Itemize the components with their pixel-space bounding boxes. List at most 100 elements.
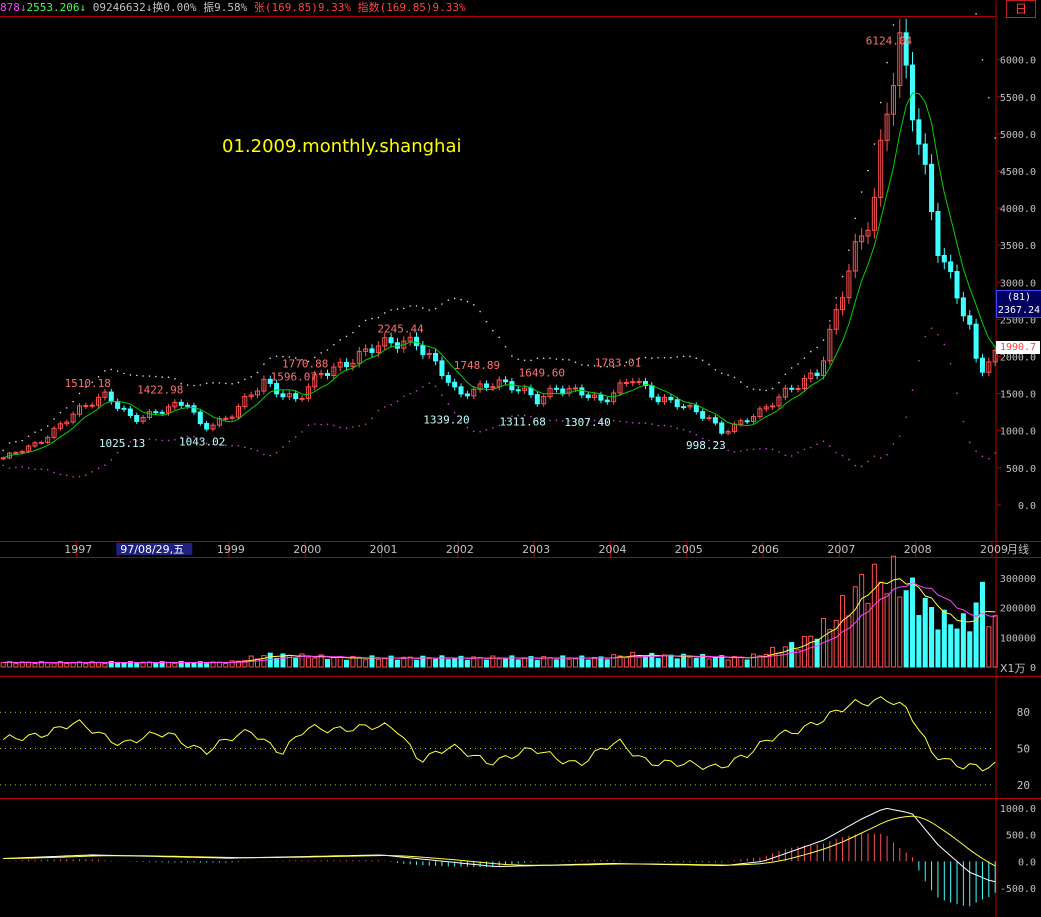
price-tick-label: 1000.0 [1000, 427, 1036, 438]
volume-ma-long-line [3, 582, 996, 664]
volume-bar [884, 593, 890, 668]
stock-chart[interactable]: 6000.05500.05000.04500.04000.03500.03000… [0, 0, 1041, 917]
upper-band-dot [511, 355, 513, 357]
price-annotation: 1307.40 [564, 416, 610, 429]
upper-band-dot [434, 307, 437, 310]
lower-band-dot [371, 417, 373, 420]
lower-band-dot [879, 457, 882, 459]
lower-band-dot [848, 458, 850, 461]
upper-band-dot [708, 363, 710, 366]
lower-band-dot [949, 362, 952, 365]
volume-bar [916, 615, 922, 668]
upper-band-dot [212, 382, 214, 384]
volume-bar [413, 659, 420, 668]
volume-bar [897, 596, 903, 668]
volume-bar [636, 656, 642, 668]
upper-band-dot [485, 320, 488, 323]
volume-tick-label: 300000 [1000, 574, 1036, 585]
lower-band-dot [631, 422, 634, 424]
upper-band-dot [829, 320, 831, 322]
macd-panel[interactable]: 1000.0 500.0 0.0 -500.0 [3, 804, 1036, 907]
price-tick-label: 1500.0 [1000, 390, 1036, 401]
volume-bar [572, 658, 579, 668]
upper-band-dot [689, 355, 691, 358]
upper-band-dot [650, 357, 653, 359]
lower-band-dot [663, 424, 666, 427]
chart-watermark: 01.2009.monthly.shanghai [222, 136, 462, 157]
macd-tick-label: -500.0 [1000, 884, 1036, 895]
candle-body [420, 345, 426, 356]
volume-bar [115, 662, 121, 668]
volume-bar [83, 663, 89, 668]
lower-band-dot [415, 390, 418, 392]
upper-band-dot [167, 376, 170, 379]
ma-value-badge: 2367.24 [996, 304, 1041, 318]
volume-bar [935, 629, 941, 668]
candle-body [38, 441, 44, 444]
volume-bar [611, 654, 617, 668]
upper-band-dot [383, 312, 386, 314]
volume-bar [394, 659, 400, 668]
candle-body [941, 254, 947, 263]
upper-band-dot [161, 376, 163, 378]
upper-band-dot [250, 376, 252, 378]
price-tick-label: 4500.0 [1000, 167, 1036, 178]
volume-bar [483, 659, 489, 668]
lower-band-dot [740, 450, 742, 452]
upper-band-dot [975, 13, 977, 15]
lower-band-dot [918, 359, 920, 362]
upper-band-dot [8, 442, 11, 444]
candle-body [712, 417, 718, 424]
upper-band-dot [873, 143, 876, 145]
lower-band-dot [339, 426, 342, 429]
lower-band-dot [797, 451, 799, 454]
volume-bar [547, 657, 553, 668]
time-tick-label: 2009 [980, 543, 1008, 556]
upper-band-dot [224, 382, 227, 385]
lower-band-dot [835, 451, 838, 454]
time-tick-label: 2004 [598, 543, 626, 556]
candle-body [916, 119, 922, 145]
price-annotation: 998.23 [686, 439, 726, 452]
lower-band-dot [402, 395, 405, 398]
candle-body [134, 414, 140, 422]
upper-band-dot [555, 358, 558, 360]
volume-bars[interactable] [0, 555, 998, 668]
lower-band-dot [638, 422, 640, 424]
upper-band-dot [72, 400, 74, 403]
lower-band-dot [263, 453, 265, 456]
lower-band-dot [269, 454, 272, 457]
volume-bar [337, 656, 343, 668]
volume-bar [363, 659, 369, 668]
volume-bar [261, 655, 267, 668]
volume-bar [204, 663, 210, 668]
upper-band-dot [854, 217, 857, 220]
lower-band-dot [924, 335, 927, 338]
moving-average-line [3, 92, 996, 459]
volume-bar [852, 586, 858, 668]
candle-body [509, 381, 515, 391]
upper-band-dot [746, 385, 748, 388]
volume-bar [534, 659, 540, 668]
lower-band-dot [676, 427, 679, 430]
oscillator-panel[interactable]: 80 50 20 [0, 696, 1030, 792]
volume-bar [433, 658, 439, 668]
upper-band-dot [644, 356, 647, 359]
volume-bar [503, 658, 509, 668]
price-tick-label: 3000.0 [1000, 278, 1036, 289]
volume-bar [687, 656, 693, 668]
time-axis[interactable]: 1997 97/08/29,五 1999 2000 2001 2002 2003 2004 20… [64, 541, 1029, 557]
lower-band-dot [294, 436, 297, 438]
candle-body [115, 401, 121, 409]
lower-band-dot [644, 422, 647, 424]
volume-bar [477, 656, 483, 668]
time-tick-label: 2007 [827, 543, 855, 556]
lower-band-dot [689, 431, 691, 433]
volume-bar [356, 657, 362, 668]
lower-band-dot [956, 392, 958, 394]
period-button[interactable]: 日 [1006, 0, 1036, 18]
ma-count-badge: (81) [996, 290, 1041, 304]
upper-band-dot [657, 356, 659, 359]
lower-band-dot [307, 424, 310, 427]
upper-band-dot [530, 359, 532, 362]
